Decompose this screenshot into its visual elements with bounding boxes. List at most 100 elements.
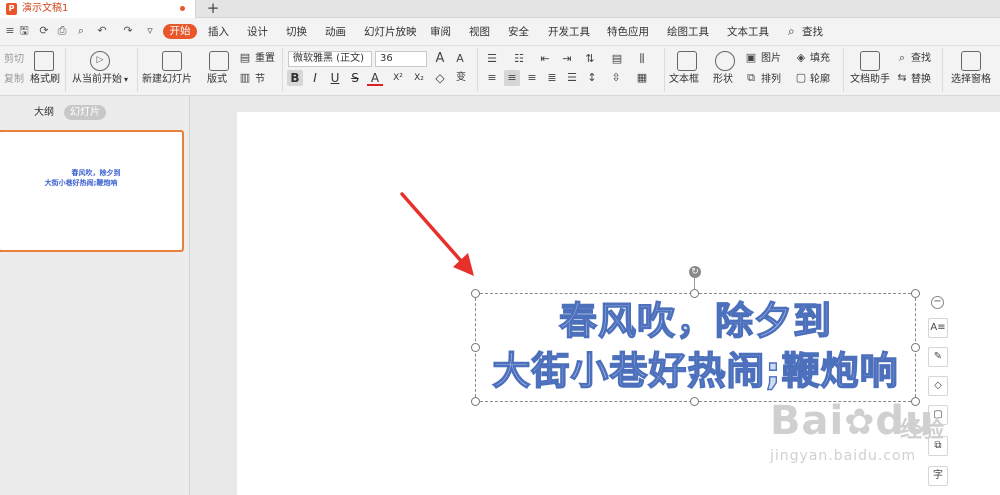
undo-icon[interactable]: ↶ [96, 25, 108, 37]
divider [282, 48, 283, 92]
resize-handle[interactable] [911, 289, 920, 298]
new-slide-button[interactable]: 新建幻灯片 [142, 74, 192, 86]
tab-features[interactable]: 特色应用 [607, 26, 649, 38]
slide-thumbnail[interactable]: 春风吹，除夕到 大街小巷好热闹;鞭炮响 [0, 130, 184, 252]
special-effect-button[interactable]: 变 [453, 70, 469, 86]
tab-animations[interactable]: 动画 [325, 26, 346, 38]
superscript-button[interactable]: X² [390, 70, 406, 86]
text-box-icon [677, 51, 697, 71]
increase-font-icon[interactable]: A [432, 51, 448, 67]
text-style-icon[interactable]: A≡ [928, 318, 948, 338]
find-button[interactable]: 查找 [911, 53, 931, 65]
reset-button[interactable]: 重置 [255, 53, 275, 65]
replace-button[interactable]: 替换 [911, 74, 931, 86]
italic-button[interactable]: I [307, 70, 323, 86]
redo-alt-icon[interactable]: ⟳ [38, 25, 50, 37]
decrease-indent-icon[interactable]: ⇤ [537, 51, 553, 67]
font-size-select[interactable]: 36 [375, 51, 427, 67]
strikethrough-button[interactable]: S [347, 70, 363, 86]
save-icon[interactable]: 🖫 [18, 25, 30, 37]
menu-icon[interactable]: ≡ [4, 25, 16, 37]
tab-slideshow[interactable]: 幻灯片放映 [364, 26, 417, 38]
numbered-list-icon[interactable]: ☷ [511, 51, 527, 67]
slide-title-line-1[interactable]: 春风吹，除夕到 [476, 298, 915, 343]
collapse-icon[interactable]: − [931, 296, 944, 309]
menu-bar: ≡ 🖫 ⟳ ⎙ ⌕ ↶ ↷ ▿ [0, 18, 1000, 46]
underline-button[interactable]: U [327, 70, 343, 86]
clear-format-button[interactable]: ◇ [432, 70, 448, 86]
tab-outline[interactable]: 大纲 [34, 107, 54, 119]
align-center-icon[interactable]: ≡ [504, 70, 520, 86]
search-label[interactable]: 查找 [802, 26, 823, 38]
customize-icon[interactable]: ▿ [144, 25, 156, 37]
resize-handle[interactable] [690, 397, 699, 406]
selection-pane-button[interactable]: 选择窗格 [951, 74, 991, 86]
divider [65, 48, 66, 92]
search-icon[interactable]: ⌕ [788, 25, 795, 37]
align-text-icon[interactable]: ▤ [609, 51, 625, 67]
resize-handle[interactable] [471, 343, 480, 352]
watermark-url: jingyan.baidu.com [770, 448, 917, 464]
paragraph-spacing-icon[interactable]: ⇳ [608, 70, 624, 86]
section-button[interactable]: 节 [255, 74, 265, 86]
tab-review[interactable]: 审阅 [430, 26, 451, 38]
dropdown-arrow-icon[interactable]: ▾ [124, 74, 128, 86]
cut-button[interactable]: 剪切 [4, 54, 24, 66]
ribbon-toolbar [0, 46, 1000, 96]
unsaved-dot-icon [180, 6, 185, 11]
align-right-icon[interactable]: ≡ [524, 70, 540, 86]
title-bar: P 演示文稿1 + [0, 0, 1000, 18]
align-left-icon[interactable]: ≡ [484, 70, 500, 86]
rotate-handle-icon[interactable]: ↻ [689, 266, 701, 278]
resize-handle[interactable] [471, 289, 480, 298]
distribute-icon[interactable]: ☰ [564, 70, 580, 86]
play-from-current-button[interactable]: 从当前开始 [72, 74, 122, 86]
increase-indent-icon[interactable]: ⇥ [559, 51, 575, 67]
resize-handle[interactable] [690, 289, 699, 298]
tab-security[interactable]: 安全 [508, 26, 529, 38]
fill-button[interactable]: 填充 [810, 53, 830, 65]
tab-design[interactable]: 设计 [247, 26, 268, 38]
tab-insert[interactable]: 插入 [208, 26, 229, 38]
tab-slides[interactable]: 幻灯片 [64, 105, 106, 120]
text-box-button[interactable]: 文本框 [669, 74, 699, 86]
arrange-button[interactable]: 排列 [761, 74, 781, 86]
slide-title-line-2[interactable]: 大街小巷好热闹;鞭炮响 [476, 348, 915, 393]
new-tab-button[interactable]: + [206, 0, 220, 17]
resize-handle[interactable] [911, 343, 920, 352]
outline-button[interactable]: 轮廓 [810, 74, 830, 86]
fill-bucket-icon[interactable]: ◇ [928, 376, 948, 396]
tab-drawing-tools[interactable]: 绘图工具 [667, 26, 709, 38]
text-char-icon[interactable]: 字 [928, 466, 948, 486]
thumbnail-line-1: 春风吹，除夕到 [71, 169, 121, 177]
subscript-button[interactable]: X₂ [411, 70, 427, 86]
tab-developer[interactable]: 开发工具 [548, 26, 590, 38]
bold-button[interactable]: B [287, 70, 303, 86]
print-preview-icon[interactable]: ⌕ [75, 25, 87, 37]
text-direction-icon[interactable]: ⇅ [582, 51, 598, 67]
picture-button[interactable]: 图片 [761, 53, 781, 65]
justify-icon[interactable]: ≣ [544, 70, 560, 86]
shape-button[interactable]: 形状 [713, 74, 733, 86]
decrease-font-icon[interactable]: A [452, 51, 468, 67]
line-spacing-icon[interactable]: ↕ [584, 70, 600, 86]
pen-icon[interactable]: ✎ [928, 347, 948, 367]
columns-icon[interactable]: ⫼ [634, 51, 650, 67]
layout-button[interactable]: 版式 [207, 74, 227, 86]
font-color-button[interactable]: A [367, 70, 383, 86]
document-helper-button[interactable]: 文档助手 [850, 74, 890, 86]
tab-view[interactable]: 视图 [469, 26, 490, 38]
copy-button[interactable]: 复制 [4, 74, 24, 86]
redo-icon[interactable]: ↷ [122, 25, 134, 37]
text-box-selection[interactable]: 春风吹，除夕到 大街小巷好热闹;鞭炮响 [475, 293, 916, 402]
format-painter-button[interactable]: 格式刷 [30, 74, 60, 86]
tab-text-tools[interactable]: 文本工具 [727, 26, 769, 38]
document-tab[interactable]: P 演示文稿1 [0, 0, 196, 18]
print-icon[interactable]: ⎙ [56, 25, 68, 37]
tab-home[interactable]: 开始 [163, 24, 197, 39]
tab-transitions[interactable]: 切换 [286, 26, 307, 38]
smart-layout-icon[interactable]: ▦ [634, 70, 650, 86]
resize-handle[interactable] [471, 397, 480, 406]
bullet-list-icon[interactable]: ☰ [484, 51, 500, 67]
font-family-select[interactable]: 微软雅黑 (正文) [288, 51, 372, 67]
